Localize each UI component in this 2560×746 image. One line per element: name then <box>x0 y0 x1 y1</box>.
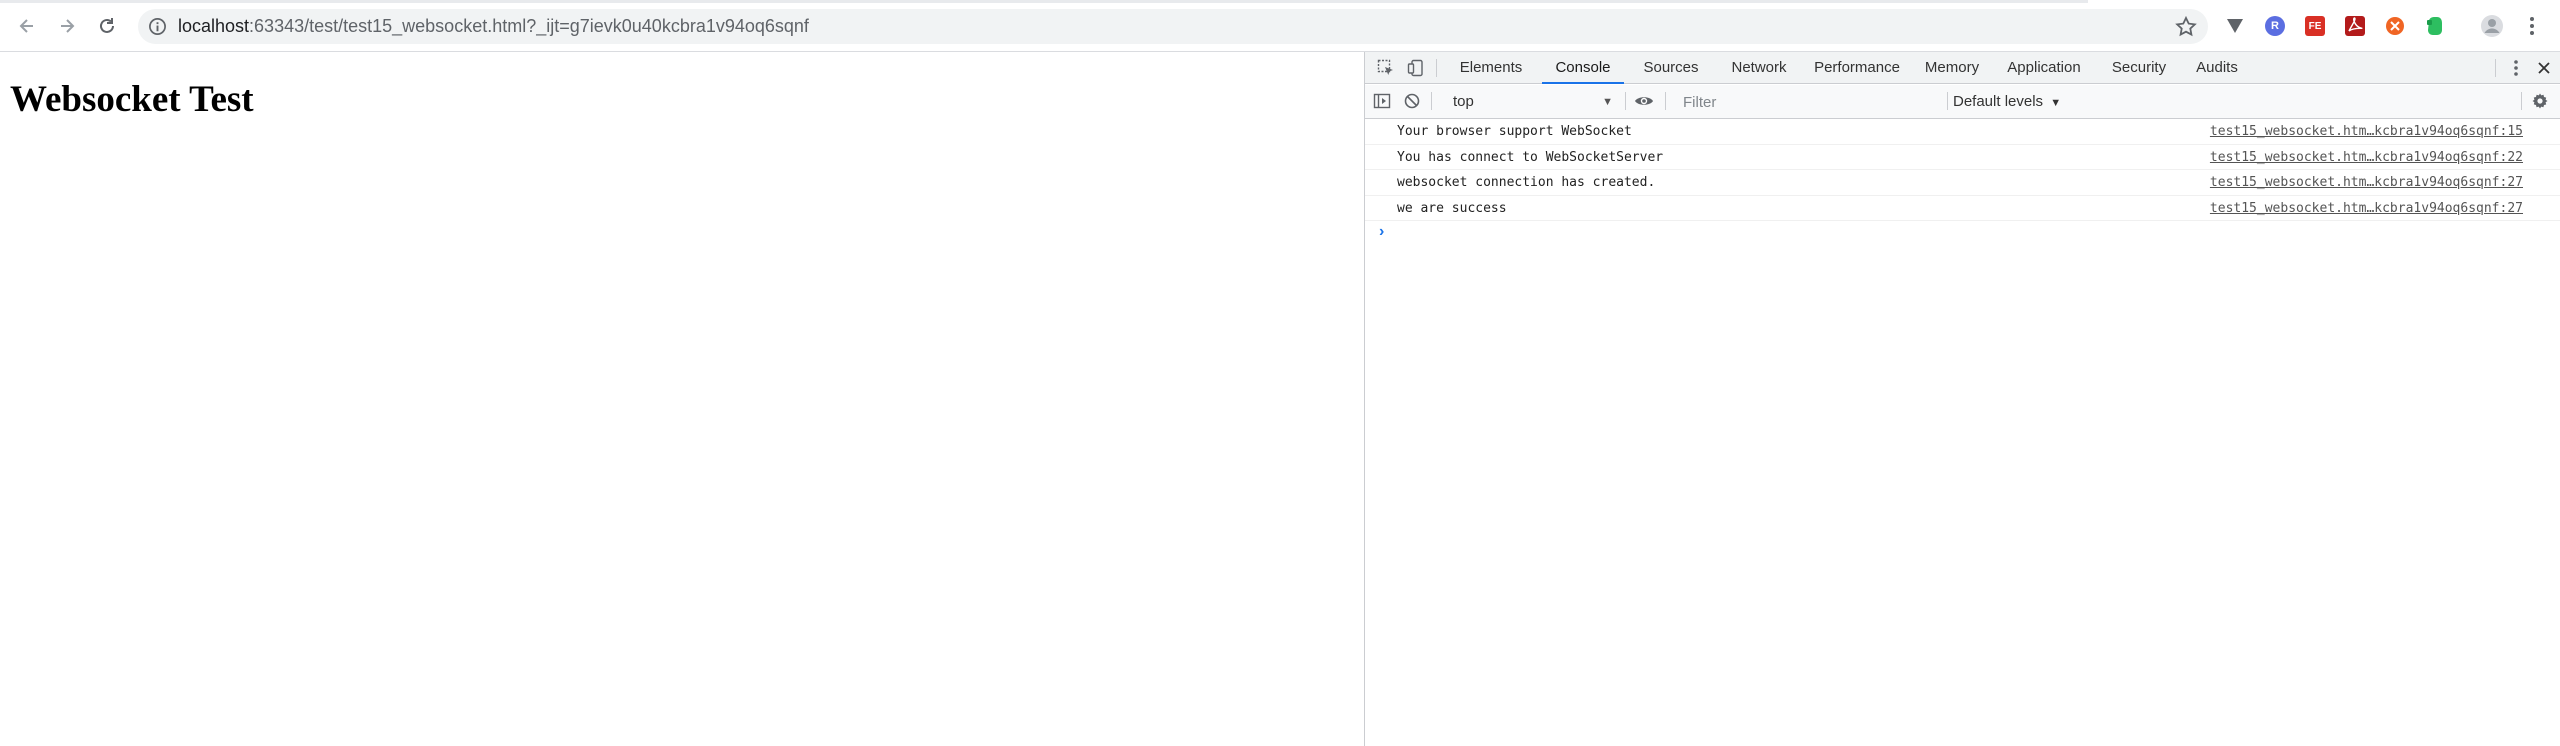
toolbar-separator <box>1947 92 1948 110</box>
tab-audits[interactable]: Audits <box>2185 52 2249 84</box>
tab-application[interactable]: Application <box>1995 52 2093 84</box>
avatar-icon <box>2481 15 2503 37</box>
tab-security[interactable]: Security <box>2099 52 2179 84</box>
console-message: Your browser support WebSocket test15_we… <box>1365 119 2560 145</box>
bookmark-star-icon[interactable] <box>2174 15 2198 39</box>
context-selector[interactable]: top ▼ <box>1453 91 1613 113</box>
vimium-icon <box>2227 19 2243 33</box>
console-source-link[interactable]: test15_websocket.htm…kcbra1v94oq6sqnf:22 <box>2210 150 2523 165</box>
kebab-menu-icon <box>2530 17 2534 35</box>
console-messages: Your browser support WebSocket test15_we… <box>1365 119 2560 245</box>
console-source-link[interactable]: test15_websocket.htm…kcbra1v94oq6sqnf:27 <box>2210 201 2523 216</box>
toolbar-separator <box>1625 92 1626 110</box>
console-toolbar: top ▼ Default levels ▼ <box>1365 85 2560 119</box>
dropdown-arrow-icon: ▼ <box>1602 96 1613 108</box>
dropdown-arrow-icon: ▼ <box>2050 97 2062 109</box>
reload-button[interactable] <box>92 11 122 41</box>
extension-fehelper[interactable]: FE <box>2303 14 2327 38</box>
devtools-panel: Elements Console Sources Network Perform… <box>1364 52 2560 746</box>
ublock-icon <box>2386 17 2404 35</box>
log-levels-dropdown[interactable]: Default levels ▼ <box>1953 91 2061 113</box>
live-expression-button[interactable] <box>1633 90 1655 112</box>
address-bar[interactable]: localhost:63343/test/test15_websocket.ht… <box>138 9 2208 44</box>
show-sidebar-button[interactable] <box>1371 90 1393 112</box>
devtools-menu-button[interactable] <box>2505 57 2527 79</box>
back-button[interactable] <box>12 11 42 41</box>
toolbar-separator <box>1431 92 1432 110</box>
tab-elements[interactable]: Elements <box>1449 52 1533 84</box>
inspect-cursor-icon <box>1377 59 1393 75</box>
console-message-text: You has connect to WebSocketServer <box>1397 149 1664 165</box>
kebab-menu-icon <box>2514 60 2518 76</box>
extension-ublock[interactable] <box>2383 14 2407 38</box>
console-message: we are success test15_websocket.htm…kcbr… <box>1365 196 2560 221</box>
tab-network[interactable]: Network <box>1719 52 1799 84</box>
toolbar-separator <box>1665 92 1666 110</box>
forward-button[interactable] <box>52 11 82 41</box>
console-message: websocket connection has created. test15… <box>1365 170 2560 196</box>
console-source-link[interactable]: test15_websocket.htm…kcbra1v94oq6sqnf:27 <box>2210 175 2523 190</box>
react-devtools-icon: R <box>2265 16 2285 36</box>
console-source-link[interactable]: test15_websocket.htm…kcbra1v94oq6sqnf:15 <box>2210 124 2523 139</box>
console-message-text: we are success <box>1397 200 1507 216</box>
console-message-text: Your browser support WebSocket <box>1397 124 1632 139</box>
loading-bar <box>0 0 2088 3</box>
browser-menu-button[interactable] <box>2520 14 2544 38</box>
context-value: top <box>1453 93 1474 110</box>
log-levels-label: Default levels <box>1953 93 2044 110</box>
gear-icon <box>2532 93 2548 109</box>
console-prompt[interactable]: › <box>1365 221 2560 245</box>
info-icon[interactable] <box>148 17 167 36</box>
block-icon <box>1404 93 1420 109</box>
page-heading: Websocket Test <box>10 79 254 120</box>
devtools-close-button[interactable] <box>2533 57 2555 79</box>
toolbar-separator <box>1436 59 1437 77</box>
console-settings-button[interactable] <box>2529 90 2551 112</box>
device-toolbar-button[interactable] <box>1405 57 1427 79</box>
forward-arrow-icon <box>61 19 75 33</box>
toolbar-separator <box>2521 92 2522 110</box>
console-message: You has connect to WebSocketServer test1… <box>1365 145 2560 170</box>
console-filter-input[interactable] <box>1679 90 1941 114</box>
pdf-icon <box>2345 16 2365 36</box>
reload-icon <box>100 18 114 33</box>
clear-console-button[interactable] <box>1401 90 1423 112</box>
close-icon <box>2538 62 2550 74</box>
browser-toolbar: localhost:63343/test/test15_websocket.ht… <box>0 0 2560 52</box>
sidebar-toggle-icon <box>1373 93 1391 109</box>
back-arrow-icon <box>19 19 33 33</box>
extension-vimium[interactable] <box>2223 14 2247 38</box>
tab-sources[interactable]: Sources <box>1633 52 1709 84</box>
toolbar-separator <box>2495 59 2496 77</box>
url-host: localhost <box>178 16 250 36</box>
extension-evernote[interactable] <box>2423 14 2447 38</box>
extension-react[interactable]: R <box>2263 14 2287 38</box>
eye-icon <box>1635 97 1653 105</box>
tab-memory[interactable]: Memory <box>1915 52 1989 84</box>
inspect-element-button[interactable] <box>1375 57 1397 79</box>
device-mobile-icon <box>1407 59 1423 77</box>
extension-pdf[interactable] <box>2343 14 2367 38</box>
url-text[interactable]: localhost:63343/test/test15_websocket.ht… <box>178 16 809 37</box>
evernote-icon <box>2427 17 2442 35</box>
console-message-text: websocket connection has created. <box>1397 175 1656 190</box>
profile-button[interactable] <box>2480 14 2504 38</box>
page-viewport: Websocket Test <box>0 52 1364 746</box>
tab-performance[interactable]: Performance <box>1805 52 1909 84</box>
devtools-tab-bar: Elements Console Sources Network Perform… <box>1365 52 2560 84</box>
fe-helper-icon: FE <box>2305 16 2325 36</box>
prompt-chevron-icon: › <box>1379 223 1385 240</box>
url-path: :63343/test/test15_websocket.html?_ijt=g… <box>249 16 809 36</box>
tab-console[interactable]: Console <box>1542 52 1624 84</box>
